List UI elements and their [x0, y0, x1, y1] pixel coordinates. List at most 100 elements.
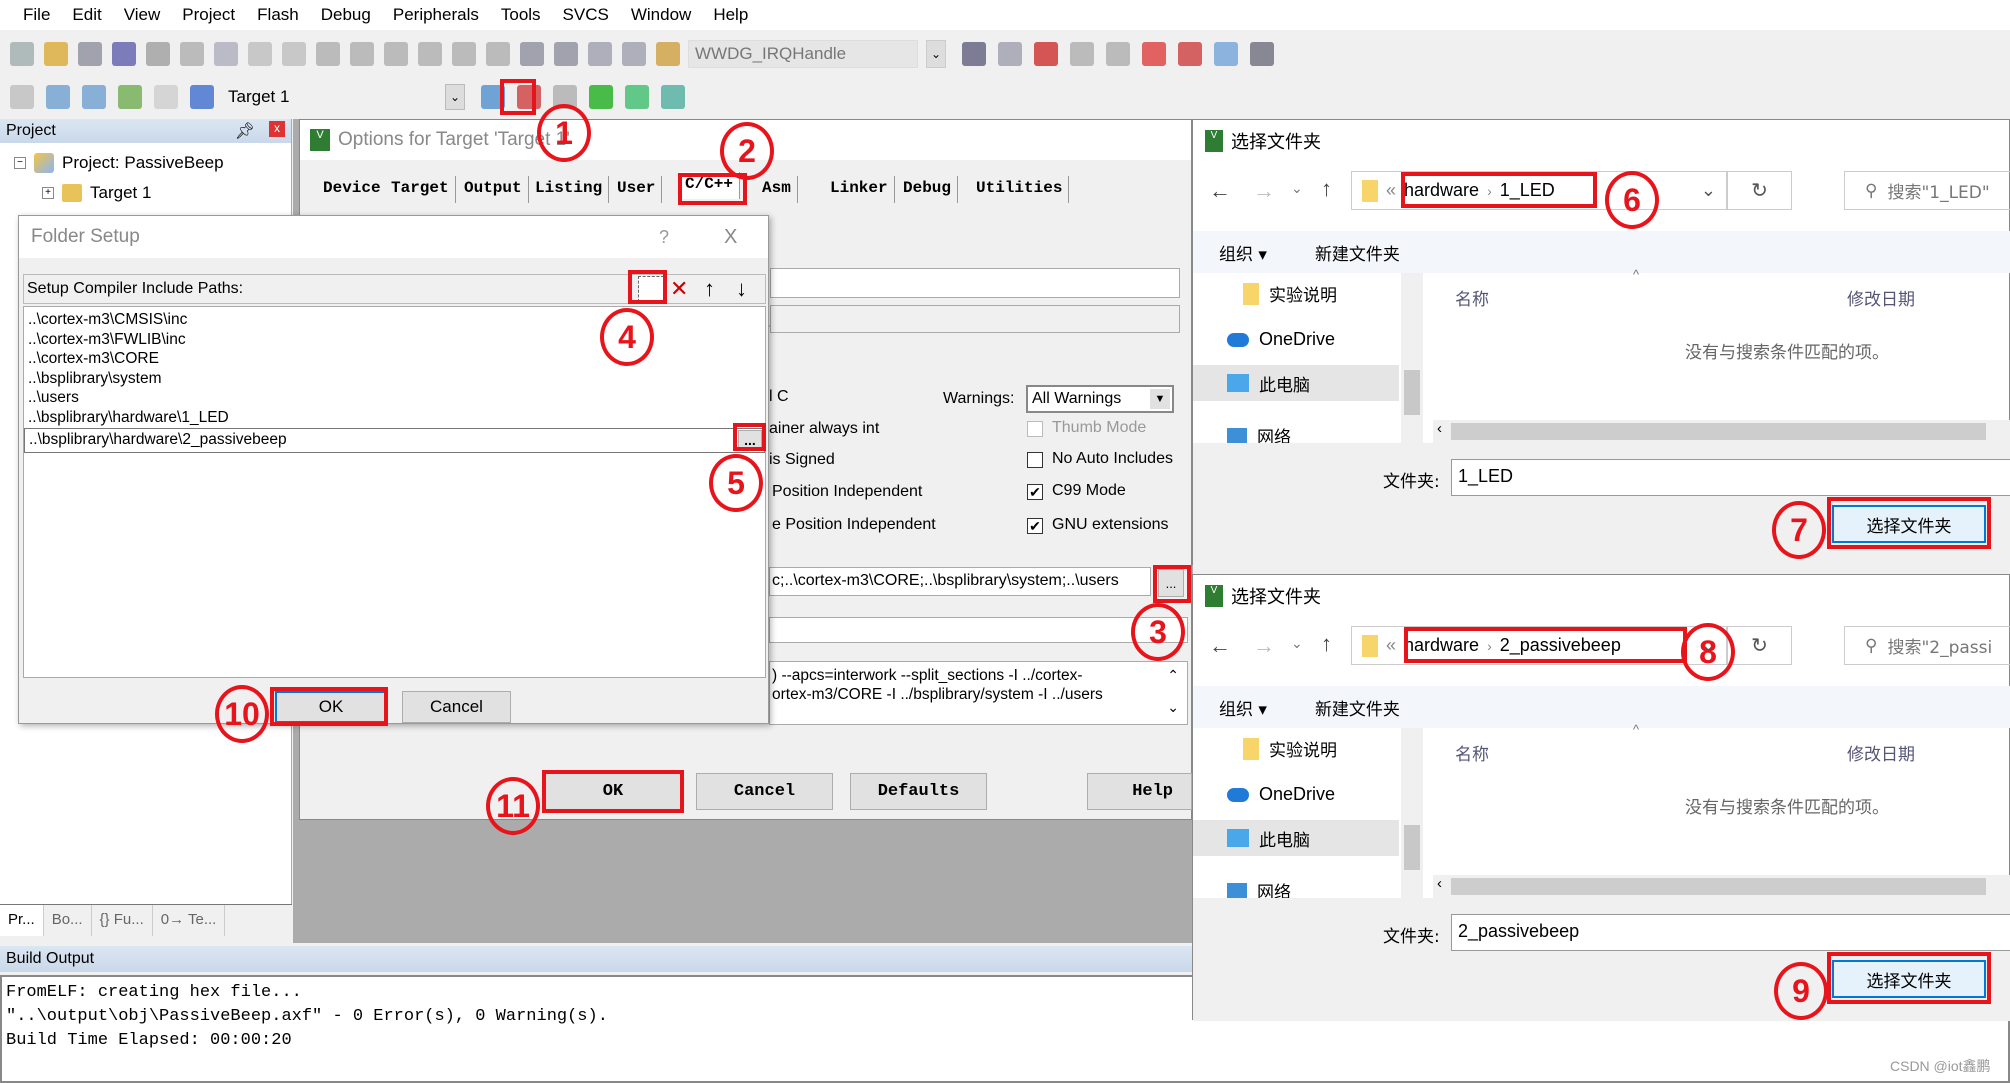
forward-arrow-icon[interactable]: → — [1253, 178, 1275, 204]
close-icon[interactable]: x — [269, 121, 285, 137]
tab-utilities[interactable]: Utilities — [970, 176, 1070, 203]
breadcrumb-overflow[interactable]: « — [1386, 635, 1396, 656]
up-arrow-icon[interactable]: ↑ — [1321, 176, 1332, 202]
breadcrumb-overflow[interactable]: « — [1386, 180, 1396, 201]
path-edit-field[interactable]: ..\bsplibrary\hardware\2_passivebeep ... — [24, 427, 765, 453]
menu-file[interactable]: File — [12, 5, 61, 25]
load-icon[interactable] — [190, 85, 214, 109]
checkbox-no-auto-includes[interactable] — [1027, 452, 1043, 468]
menu-help[interactable]: Help — [702, 5, 759, 25]
menu-window[interactable]: Window — [620, 5, 702, 25]
options-cancel-button[interactable]: Cancel — [696, 773, 833, 810]
path-list-item[interactable]: ..\cortex-m3\CMSIS\inc — [24, 310, 765, 330]
nav-scrollbar[interactable] — [1401, 728, 1423, 898]
dropdown-arrow-icon[interactable]: ▼ — [1150, 389, 1170, 409]
menu-view[interactable]: View — [113, 5, 172, 25]
scrollbar-thumb[interactable] — [1404, 825, 1420, 870]
project-tab-2[interactable]: {} Fu... — [92, 905, 153, 936]
debug-session-icon[interactable] — [1034, 42, 1058, 66]
chevron-down-icon[interactable]: ⌄ — [445, 84, 465, 110]
nav-item[interactable]: 实验说明 — [1243, 736, 1337, 761]
new-file-icon[interactable] — [10, 42, 34, 66]
checkbox-c99-mode[interactable]: ✔ — [1027, 484, 1043, 500]
nav-forward-icon[interactable] — [350, 42, 374, 66]
move-up-icon[interactable]: ↑ — [704, 276, 715, 302]
redo-icon[interactable] — [282, 42, 306, 66]
new-folder-button[interactable]: 新建文件夹 — [1315, 240, 1400, 265]
column-header-date[interactable]: 修改日期 — [1847, 740, 1915, 765]
scroll-left-icon[interactable]: ‹ — [1437, 420, 1442, 437]
help-button[interactable]: ? — [659, 227, 669, 248]
menu-svcs[interactable]: SVCS — [552, 5, 620, 25]
path-list-item[interactable]: ..\bsplibrary\system — [24, 369, 765, 389]
pack-installer-icon[interactable] — [661, 85, 685, 109]
pin-icon[interactable]: 📌︎ — [235, 121, 255, 141]
horizontal-scrollbar[interactable]: ‹ — [1433, 420, 2010, 443]
checkbox-gnu-extensions[interactable]: ✔ — [1027, 518, 1043, 534]
include-paths-field[interactable]: c;..\cortex-m3\CORE;..\bsplibrary\system… — [769, 567, 1151, 596]
up-arrow-icon[interactable]: ↑ — [1321, 631, 1332, 657]
open-folder-icon[interactable] — [44, 42, 68, 66]
rte-filter-icon[interactable] — [625, 85, 649, 109]
menu-peripherals[interactable]: Peripherals — [382, 5, 490, 25]
nav-item-selected[interactable]: 此电脑 — [1193, 820, 1399, 856]
configure-icon[interactable] — [1250, 42, 1274, 66]
column-header-name[interactable]: 名称 — [1455, 740, 1489, 765]
find-in-files-icon[interactable] — [656, 42, 680, 66]
chevron-down-icon[interactable]: ⌄ — [926, 40, 946, 68]
forward-arrow-icon[interactable]: → — [1253, 633, 1275, 659]
misc-controls-field[interactable] — [769, 617, 1188, 643]
checkbox-thumb-mode[interactable] — [1027, 421, 1043, 437]
options-help-button[interactable]: Help — [1087, 773, 1192, 810]
new-folder-button[interactable]: 新建文件夹 — [1315, 695, 1400, 720]
tab-target[interactable]: Target — [385, 176, 456, 203]
bookmark-clear-icon[interactable] — [486, 42, 510, 66]
chevron-down-icon[interactable]: ⌄ — [1701, 180, 1716, 201]
unindent-icon[interactable] — [554, 42, 578, 66]
menu-tools[interactable]: Tools — [490, 5, 552, 25]
horizontal-scrollbar[interactable]: ‹ — [1433, 875, 2010, 898]
project-tab-0[interactable]: Pr... — [0, 905, 44, 936]
nav-item[interactable]: OneDrive — [1227, 784, 1335, 805]
options-defaults-button[interactable]: Defaults — [850, 773, 987, 810]
find-icon[interactable] — [962, 42, 986, 66]
folder-name-input[interactable]: 1_LED — [1451, 459, 2010, 496]
manage-rte-icon[interactable] — [589, 85, 613, 109]
tree-item-project[interactable]: − Project: PassiveBeep — [14, 153, 224, 173]
organize-menu[interactable]: 组织 ▾ — [1219, 240, 1267, 265]
back-arrow-icon[interactable]: ← — [1209, 178, 1231, 204]
build-icon[interactable] — [46, 85, 70, 109]
menu-flash[interactable]: Flash — [246, 5, 310, 25]
back-arrow-icon[interactable]: ← — [1209, 633, 1231, 659]
expand-icon[interactable]: + — [42, 187, 54, 199]
column-header-date[interactable]: 修改日期 — [1847, 285, 1915, 310]
tab-output[interactable]: Output — [458, 176, 529, 203]
recent-chevron-icon[interactable]: ⌄ — [1291, 180, 1303, 197]
undefine-field[interactable] — [770, 305, 1180, 333]
copy-icon[interactable] — [180, 42, 204, 66]
path-list-item[interactable]: ..\users — [24, 388, 765, 408]
bookmark-prev-icon[interactable] — [418, 42, 442, 66]
move-down-icon[interactable]: ↓ — [736, 276, 747, 302]
cut-icon[interactable] — [146, 42, 170, 66]
nav-item[interactable]: OneDrive — [1227, 329, 1335, 350]
window-layout-icon[interactable] — [1214, 42, 1238, 66]
path-list-item[interactable]: ..\cortex-m3\CORE — [24, 349, 765, 369]
erase-icon[interactable] — [1178, 42, 1202, 66]
refresh-button[interactable]: ↻ — [1727, 171, 1792, 210]
breakpoint-disable-icon[interactable] — [1106, 42, 1130, 66]
menu-edit[interactable]: Edit — [61, 5, 112, 25]
menu-debug[interactable]: Debug — [310, 5, 382, 25]
scroll-left-icon[interactable]: ‹ — [1437, 875, 1442, 892]
breakpoint-icon[interactable] — [1070, 42, 1094, 66]
scrollbar-thumb[interactable] — [1451, 423, 1986, 440]
scrollbar-thumb[interactable] — [1404, 370, 1420, 415]
folder-name-input[interactable]: 2_passivebeep — [1451, 914, 2010, 951]
folder-setup-cancel-button[interactable]: Cancel — [402, 691, 511, 723]
delete-icon[interactable]: ✕ — [670, 276, 688, 302]
tab-linker[interactable]: Linker — [824, 176, 895, 203]
tree-item-target[interactable]: + Target 1 — [42, 183, 151, 203]
organize-menu[interactable]: 组织 ▾ — [1219, 695, 1267, 720]
tab-debug[interactable]: Debug — [897, 176, 959, 203]
rebuild-icon[interactable] — [82, 85, 106, 109]
